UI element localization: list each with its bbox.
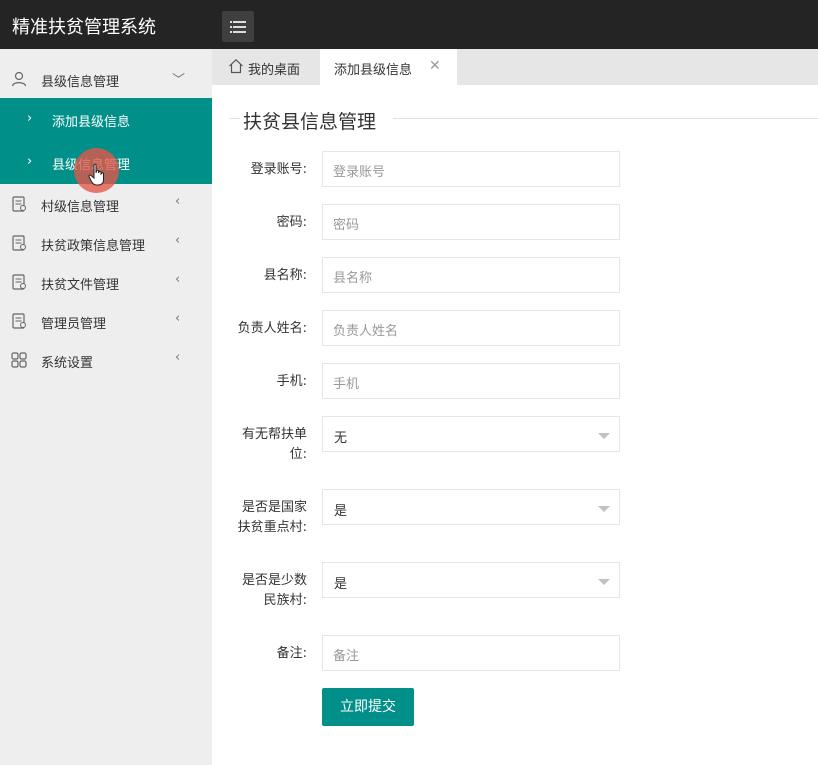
chevron-left-icon: ‹: [175, 350, 181, 365]
sidebar-group-system-settings[interactable]: 系统设置 ‹: [0, 340, 212, 379]
field-label-minority-village: 是否是少数 民族村:: [217, 571, 307, 611]
document-icon: [12, 235, 26, 251]
remarks-input[interactable]: 备注: [322, 635, 620, 671]
tab-my-desktop[interactable]: 我的桌面: [212, 49, 319, 85]
chevron-down-icon: ﹀: [172, 73, 186, 88]
phone-input[interactable]: 手机: [322, 363, 620, 399]
chevron-right-icon: ›: [27, 111, 33, 126]
top-header: 精准扶贫管理系统: [0, 0, 818, 49]
chevron-right-icon: ›: [27, 154, 33, 169]
input-placeholder: 密码: [333, 218, 360, 233]
assistance-unit-select[interactable]: 无: [322, 416, 620, 452]
document-icon: [12, 274, 26, 290]
sidebar-group-label: 村级信息管理: [41, 200, 120, 215]
user-icon: [11, 71, 27, 87]
sidebar-group-label: 管理员管理: [41, 317, 107, 332]
sidebar-item-add-county[interactable]: › 添加县级信息: [0, 98, 212, 141]
field-label-phone: 手机:: [276, 374, 307, 389]
chevron-left-icon: ‹: [175, 233, 181, 248]
tab-add-county-info[interactable]: 添加县级信息 ✕: [320, 49, 457, 85]
sidebar-group-label: 扶贫文件管理: [41, 278, 120, 293]
chevron-left-icon: ‹: [175, 311, 181, 326]
field-label-manager-name: 负责人姓名:: [237, 321, 307, 336]
account-input[interactable]: 登录账号: [322, 151, 620, 187]
submit-button[interactable]: 立即提交: [322, 688, 414, 726]
minority-village-select[interactable]: 是: [322, 562, 620, 598]
sidebar-item-label: 添加县级信息: [52, 115, 131, 130]
sidebar-group-label: 县级信息管理: [41, 75, 120, 90]
legend-divider: [393, 118, 818, 119]
sidebar-group-file-manage[interactable]: 扶贫文件管理 ‹: [0, 262, 212, 301]
close-icon[interactable]: ✕: [429, 58, 441, 74]
field-label-assistance-unit: 有无帮扶单 位:: [217, 425, 307, 465]
field-label-account: 登录账号:: [250, 162, 307, 177]
sidebar-group-policy-info[interactable]: 扶贫政策信息管理 ‹: [0, 223, 212, 262]
app-title: 精准扶贫管理系统: [12, 17, 156, 38]
label-line: 位:: [289, 447, 307, 462]
sidebar-group-label: 系统设置: [41, 356, 94, 371]
document-icon: [12, 196, 26, 212]
input-placeholder: 负责人姓名: [333, 324, 399, 339]
caret-down-icon: [598, 433, 610, 439]
county-name-input[interactable]: 县名称: [322, 257, 620, 293]
document-icon: [12, 313, 26, 329]
input-placeholder: 县名称: [333, 271, 373, 286]
input-placeholder: 手机: [333, 377, 360, 392]
select-value: 无: [334, 431, 348, 446]
select-value: 是: [334, 577, 348, 592]
grid-icon: [11, 352, 27, 368]
password-input[interactable]: 密码: [322, 204, 620, 240]
label-line: 是否是少数: [241, 573, 307, 588]
field-label-national-key-village: 是否是国家 扶贫重点村:: [217, 498, 307, 538]
sidebar-group-county-info[interactable]: 县级信息管理 ﹀: [0, 59, 212, 98]
form-legend-title: 扶贫县信息管理: [243, 111, 377, 133]
label-line: 有无帮扶单: [241, 427, 307, 442]
menu-icon: [230, 20, 246, 33]
label-line: 是否是国家: [241, 500, 307, 515]
tab-label: 添加县级信息: [334, 63, 413, 78]
chevron-left-icon: ‹: [175, 272, 181, 287]
caret-down-icon: [598, 579, 610, 585]
input-placeholder: 备注: [333, 649, 360, 664]
legend-divider: [230, 118, 240, 119]
sidebar-group-admin-manage[interactable]: 管理员管理 ‹: [0, 301, 212, 340]
chevron-left-icon: ‹: [175, 194, 181, 209]
caret-down-icon: [598, 506, 610, 512]
home-icon: [229, 58, 243, 74]
field-label-password: 密码:: [276, 215, 307, 230]
select-value: 是: [334, 504, 348, 519]
tab-label: 我的桌面: [248, 63, 301, 78]
label-line: 民族村:: [263, 593, 307, 608]
menu-toggle-button[interactable]: [222, 11, 254, 42]
sidebar-group-label: 扶贫政策信息管理: [41, 239, 146, 254]
label-line: 扶贫重点村:: [237, 520, 307, 535]
field-label-county-name: 县名称:: [263, 268, 307, 283]
sidebar-group-village-info[interactable]: 村级信息管理 ‹: [0, 184, 212, 223]
field-label-remarks: 备注:: [276, 646, 307, 661]
tab-bar: 我的桌面 添加县级信息 ✕: [212, 49, 818, 85]
national-key-village-select[interactable]: 是: [322, 489, 620, 525]
manager-name-input[interactable]: 负责人姓名: [322, 310, 620, 346]
input-placeholder: 登录账号: [333, 165, 386, 180]
